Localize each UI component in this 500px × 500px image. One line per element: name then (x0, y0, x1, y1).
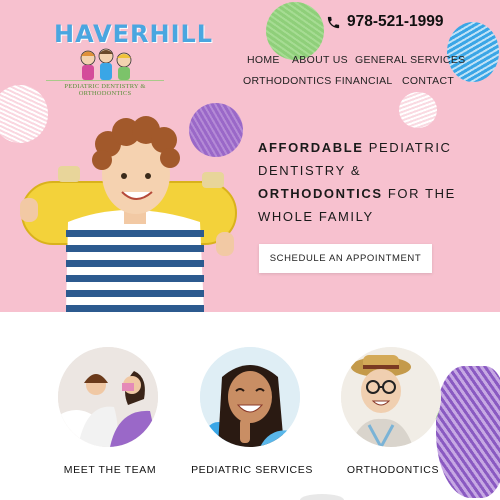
nav-about-us[interactable]: ABOUT US (292, 54, 348, 66)
kids-illustration-icon (80, 48, 132, 80)
nav-orthodontics[interactable]: ORTHODONTICS (243, 75, 332, 87)
orthodontics-photo (341, 347, 441, 447)
headline-orthodontics: ORTHODONTICS (258, 186, 383, 201)
nav-general-services[interactable]: GENERAL SERVICES (355, 54, 465, 66)
team-photo (58, 347, 158, 447)
next-section-edge (300, 494, 344, 500)
hero-section: HAVERHILL PEDIATRIC DENTISTRY & ORTHODON… (0, 0, 500, 312)
logo-tagline: PEDIATRIC DENTISTRY & ORTHODONTICS (46, 80, 164, 97)
hero-headline: AFFORDABLE PEDIATRIC DENTISTRY & ORTHODO… (258, 136, 488, 228)
headline-for-the: FOR THE (382, 186, 456, 201)
dentist-with-child-image (58, 347, 158, 447)
schedule-appointment-button[interactable]: SCHEDULE AN APPOINTMENT (259, 244, 432, 273)
card-label-meet-the-team: MEET THE TEAM (63, 464, 157, 476)
phone-number: 978-521-1999 (347, 13, 444, 30)
logo-wordmark: HAVERHILL (54, 20, 214, 48)
card-label-pediatric-services: PEDIATRIC SERVICES (191, 464, 313, 476)
card-orthodontics[interactable]: ORTHODONTICS (341, 347, 445, 476)
headline-whole-family: WHOLE FAMILY (258, 209, 374, 224)
purple-scribble-decoration-large (436, 366, 500, 498)
headline-dentistry: DENTISTRY & (258, 163, 362, 178)
card-meet-the-team[interactable]: MEET THE TEAM (58, 347, 162, 476)
boy-with-glasses-image (341, 347, 441, 447)
green-scribble-decoration (266, 2, 324, 60)
smiling-girl-image (200, 347, 300, 447)
nav-financial[interactable]: FINANCIAL (335, 75, 393, 87)
hero-kid-skateboard-image (20, 116, 237, 312)
card-label-orthodontics: ORTHODONTICS (346, 464, 440, 476)
white-scribble-decoration-small (399, 92, 437, 128)
site-logo[interactable]: HAVERHILL PEDIATRIC DENTISTRY & ORTHODON… (46, 16, 212, 97)
phone-link[interactable]: 978-521-1999 (326, 13, 444, 31)
phone-icon (327, 16, 340, 28)
blue-scribble-decoration (447, 22, 499, 82)
nav-home[interactable]: HOME (247, 54, 280, 66)
headline-affordable: AFFORDABLE (258, 140, 364, 155)
card-pediatric-services[interactable]: PEDIATRIC SERVICES (191, 347, 312, 476)
headline-pediatric: PEDIATRIC (363, 140, 452, 155)
pediatric-photo (200, 347, 300, 447)
nav-contact[interactable]: CONTACT (402, 75, 454, 87)
